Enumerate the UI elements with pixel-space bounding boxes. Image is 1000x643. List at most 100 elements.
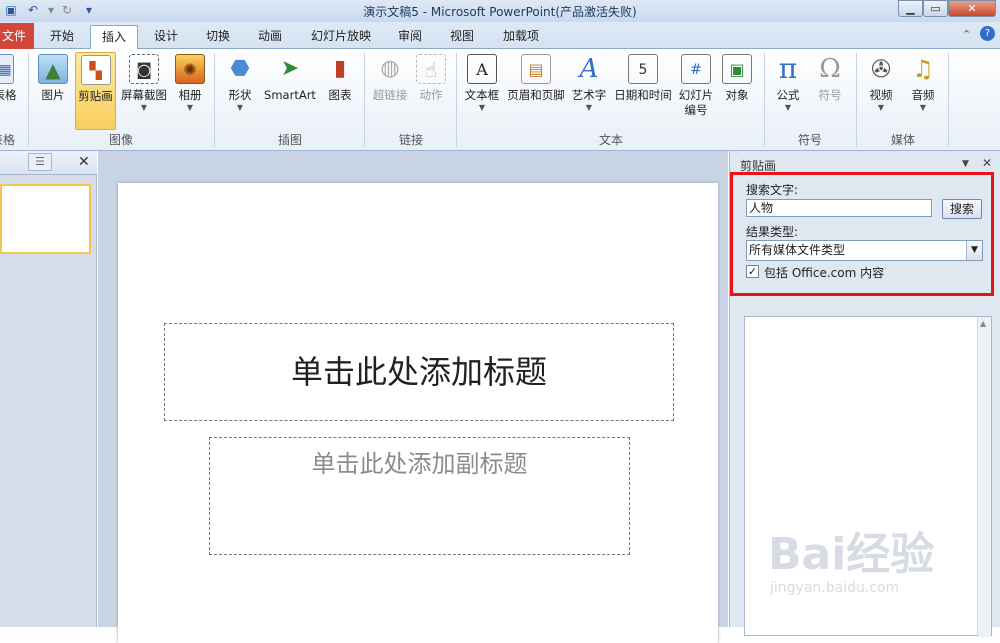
group-separator [948,53,949,147]
equation-button[interactable]: π 公式 ▼ [770,52,806,128]
symbol-button[interactable]: Ω 符号 [812,52,848,128]
camera-icon: ◙ [129,54,159,84]
result-type-value: 所有媒体文件类型 [749,243,846,257]
group-separator [764,53,765,147]
subtitle-placeholder[interactable]: 单击此处添加副标题 [209,437,630,555]
textbox-icon: A [467,54,497,84]
group-label-images: 图像 [108,133,133,147]
minimize-button[interactable]: ▁ [898,0,923,17]
omega-icon: Ω [819,54,841,84]
wordart-button[interactable]: A 艺术字 ▼ [570,52,608,128]
smartart-button[interactable]: ➤ SmartArt [262,52,318,128]
picture-button[interactable]: ▲ 图片 [34,52,72,128]
search-text-label: 搜索文字: [746,183,799,197]
clipart-button[interactable]: ▚ 剪贴画 [75,52,116,130]
outline-tab-icon[interactable]: ☰ [28,153,52,171]
close-pane-icon[interactable]: ✕ [78,154,90,170]
wordart-icon: A [579,54,599,84]
calendar-icon: 5 [628,54,658,84]
help-icon[interactable]: ? [980,26,995,41]
tab-addins[interactable]: 加载项 [494,25,548,49]
ribbon-tab-row: 文件 开始 插入 设计 切换 动画 幻灯片放映 审阅 视图 加载项 ⌃ ? [0,22,1000,49]
tab-transitions[interactable]: 切换 [196,25,240,49]
tab-slideshow[interactable]: 幻灯片放映 [302,25,380,49]
results-scrollbar[interactable]: ▲ [977,317,991,637]
watermark-url: jingyan.baidu.com [770,580,900,596]
clipart-pane-title: 剪贴画 [740,159,777,173]
group-label-text: 文本 [598,133,623,147]
watermark: Bai经验 jingyan.baidu.com [768,518,968,608]
object-icon: ▣ [722,54,752,84]
pi-icon: π [778,52,798,85]
smartart-icon: ➤ [280,56,300,81]
hyperlink-button[interactable]: ◍ 超链接 [370,52,410,128]
shapes-button[interactable]: ⬣ 形状 ▼ [222,52,258,128]
scroll-up-icon[interactable]: ▲ [980,319,986,328]
object-button[interactable]: ▣ 对象 [718,52,756,128]
pane-options-icon[interactable]: ▼ [962,159,969,169]
tab-review[interactable]: 审阅 [388,25,432,49]
tab-animations[interactable]: 动画 [248,25,292,49]
video-button[interactable]: ✇ 视频 ▼ [862,52,900,128]
audio-button[interactable]: ♫ 音频 ▼ [904,52,942,128]
slide-number-button[interactable]: # 幻灯片编号 [676,52,716,128]
picture-icon: ▲ [38,54,68,84]
table-button[interactable]: ▦ 表格 [0,52,22,128]
slide-editor: 单击此处添加标题 单击此处添加副标题 [98,151,728,643]
title-bar: ▣ ↶ ▾ ↻ ▾ 演示文稿5 - Microsoft PowerPoint(产… [0,0,1000,22]
close-pane-icon[interactable]: ✕ [982,156,992,170]
ribbon: ▦ 表格 表格 ▲ 图片 ▚ 剪贴画 ◙ 屏幕截图 ▼ ✺ 相册 ▼ 图像 ⬣ … [0,49,1000,151]
globe-icon: ◍ [380,56,400,81]
group-separator [214,53,215,147]
chart-button[interactable]: ▮ 图表 [322,52,358,128]
action-icon: ☝ [416,54,446,84]
result-type-select[interactable]: 所有媒体文件类型 ▼ [746,240,983,261]
close-button[interactable]: ✕ [948,0,996,17]
group-label-table: 表格 [0,133,15,147]
minimize-ribbon-icon[interactable]: ⌃ [962,28,971,41]
clipart-icon: ▚ [80,55,111,85]
group-separator [28,53,29,147]
photo-album-button[interactable]: ✺ 相册 ▼ [172,52,208,128]
title-placeholder[interactable]: 单击此处添加标题 [164,323,674,421]
shapes-icon: ⬣ [230,56,250,81]
slides-pane: ☰ ✕ [0,151,97,627]
action-button[interactable]: ☝ 动作 [414,52,448,128]
textbox-button[interactable]: A 文本框 ▼ [462,52,502,128]
include-office-checkbox[interactable]: ✓ [746,265,759,278]
search-input[interactable]: 人物 [746,199,932,217]
header-footer-button[interactable]: ▤ 页眉和页脚 [505,52,567,128]
tab-insert[interactable]: 插入 [90,25,138,49]
chevron-down-icon: ▼ [186,103,194,112]
group-label-media: 媒体 [890,133,915,147]
window-title: 演示文稿5 - Microsoft PowerPoint(产品激活失败) [363,5,637,19]
search-button[interactable]: 搜索 [942,199,982,219]
slide-canvas[interactable]: 单击此处添加标题 单击此处添加副标题 [118,183,718,643]
chevron-down-icon: ▼ [585,103,593,112]
group-label-illustrations: 插图 [277,133,302,147]
speaker-icon: ♫ [912,55,934,83]
slide-thumbnail[interactable] [0,184,91,254]
chevron-down-icon: ▼ [877,103,885,112]
tab-design[interactable]: 设计 [144,25,188,49]
group-separator [364,53,365,147]
chevron-down-icon[interactable]: ▼ [966,241,982,260]
date-time-button[interactable]: 5 日期和时间 [611,52,675,128]
chevron-down-icon: ▼ [236,103,244,112]
chevron-down-icon: ▼ [919,103,927,112]
slides-pane-header: ☰ ✕ [0,151,97,175]
chevron-down-icon: ▼ [784,103,792,112]
screenshot-button[interactable]: ◙ 屏幕截图 ▼ [119,52,169,128]
result-type-label: 结果类型: [746,225,799,239]
group-separator [456,53,457,147]
tab-file[interactable]: 文件 [0,23,34,49]
group-label-symbols: 符号 [797,133,822,147]
tab-view[interactable]: 视图 [440,25,484,49]
table-icon: ▦ [0,54,14,84]
watermark-logo: Bai经验 [768,529,935,580]
film-reel-icon: ✇ [870,55,892,83]
restore-button[interactable]: ▭ [923,0,948,17]
photo-album-icon: ✺ [175,54,205,84]
chevron-down-icon: ▼ [140,103,148,112]
tab-home[interactable]: 开始 [40,25,84,49]
